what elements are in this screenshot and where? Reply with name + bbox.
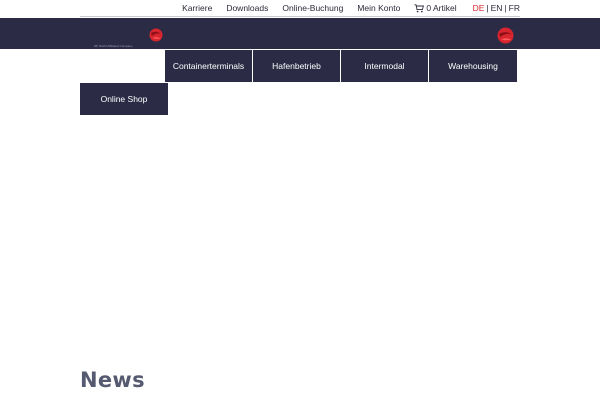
cart-label: 0 Artikel	[426, 3, 457, 13]
nav-intermodal[interactable]: Intermodal	[341, 50, 428, 82]
link-online-buchung[interactable]: Online-Buchung	[282, 3, 343, 13]
cart-icon	[414, 3, 425, 12]
lang-separator: |	[486, 3, 489, 13]
link-mein-konto[interactable]: Mein Konto	[357, 3, 400, 13]
top-links: Karriere Downloads Online-Buchung Mein K…	[168, 3, 520, 13]
nav-online-shop[interactable]: Online Shop	[80, 83, 168, 115]
logo[interactable]: DP World Affiliated Company	[80, 18, 170, 49]
globe-icon[interactable]	[497, 27, 514, 44]
link-karriere[interactable]: Karriere	[182, 3, 212, 13]
nav-containerterminals[interactable]: Containerterminals	[165, 50, 252, 82]
logo-globe-icon	[149, 28, 163, 42]
cart-link[interactable]: 0 Artikel	[414, 3, 457, 13]
lang-fr[interactable]: FR	[509, 3, 520, 13]
logo-subtitle: DP World Affiliated Company	[94, 44, 133, 48]
link-downloads[interactable]: Downloads	[226, 3, 268, 13]
top-utility-bar: Karriere Downloads Online-Buchung Mein K…	[0, 0, 600, 17]
nav-warehousing[interactable]: Warehousing	[429, 50, 517, 82]
language-switcher: DE | EN | FR	[473, 3, 520, 13]
lang-de[interactable]: DE	[473, 3, 485, 13]
header-bar: DP World Affiliated Company	[0, 18, 600, 49]
lang-separator: |	[504, 3, 507, 13]
nav-hafenbetrieb[interactable]: Hafenbetrieb	[253, 50, 340, 82]
topbar-divider	[80, 16, 520, 17]
lang-en[interactable]: EN	[491, 3, 503, 13]
news-heading: News	[80, 368, 145, 392]
